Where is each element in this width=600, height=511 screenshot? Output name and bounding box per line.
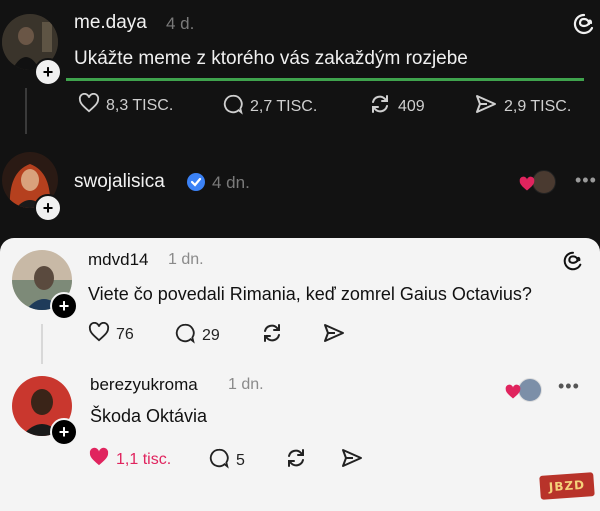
embedded-screenshot: + mdvd14 1 dn. Viete čo povedali Rimania…	[0, 238, 600, 511]
follow-plus-icon[interactable]: +	[50, 418, 78, 446]
repost-count: 409	[398, 97, 425, 115]
liked-by-author-indicator	[518, 170, 556, 194]
repost-icon	[368, 93, 392, 120]
liked-by-author-indicator	[504, 378, 544, 402]
reply-count: 2,7 TISC.	[250, 97, 318, 115]
threads-logo-icon	[562, 250, 584, 278]
post-text: Škoda Oktávia	[90, 406, 208, 426]
send-icon	[474, 93, 498, 120]
reply-count: 5	[236, 451, 245, 469]
username[interactable]: swojalisica	[74, 171, 165, 193]
comment-icon	[208, 447, 230, 474]
verified-badge-icon	[186, 172, 206, 197]
heart-filled-icon	[88, 447, 110, 472]
like-count: 76	[116, 325, 134, 343]
post-text: Ukážte meme z ktorého vás zakaždým rozje…	[74, 48, 468, 69]
like-button[interactable]: 76	[88, 321, 134, 347]
repost-button[interactable]: 409	[368, 93, 425, 120]
follow-plus-icon[interactable]: +	[34, 194, 62, 222]
username[interactable]: mdvd14	[88, 250, 148, 270]
heart-filled-icon	[518, 176, 536, 197]
watermark-text: JBZD	[548, 477, 586, 495]
repost-button[interactable]	[260, 322, 284, 349]
timestamp: 4 d.	[166, 14, 195, 33]
like-count: 8,3 TISC.	[106, 96, 174, 114]
repost-button[interactable]	[284, 447, 308, 474]
dark-thread-section: + me.daya 4 d. Ukážte meme z ktorého vás…	[0, 0, 600, 238]
thread-connector	[25, 88, 27, 134]
share-button[interactable]	[322, 322, 346, 349]
like-button[interactable]: 1,1 tisc.	[88, 447, 171, 472]
comment-icon	[222, 93, 244, 120]
threads-logo-icon	[572, 12, 596, 42]
username[interactable]: me.daya	[74, 12, 147, 34]
reply-button[interactable]: 2,7 TISC.	[222, 93, 317, 120]
heart-icon	[78, 92, 100, 118]
repost-icon	[284, 447, 308, 474]
share-count: 2,9 TISC.	[504, 97, 572, 115]
follow-plus-icon[interactable]: +	[50, 292, 78, 320]
text-underline-highlight	[66, 78, 584, 81]
comment-icon	[174, 322, 196, 349]
follow-plus-icon[interactable]: +	[34, 58, 62, 86]
more-options-icon[interactable]: •••	[558, 376, 580, 397]
send-icon	[322, 322, 346, 349]
reply-button[interactable]: 5	[208, 447, 245, 474]
post-text: Viete čo povedali Rimania, keď zomrel Ga…	[88, 284, 532, 304]
share-button[interactable]	[340, 447, 364, 474]
thread-connector	[41, 324, 43, 364]
repost-icon	[260, 322, 284, 349]
more-options-icon[interactable]: •••	[575, 170, 597, 191]
send-icon	[340, 447, 364, 474]
reply-count: 29	[202, 326, 220, 344]
watermark-logo: JBZD	[539, 472, 595, 500]
like-button[interactable]: 8,3 TISC.	[78, 92, 174, 118]
timestamp: 1 dn.	[228, 376, 264, 393]
username[interactable]: berezyukroma	[90, 375, 198, 395]
timestamp: 1 dn.	[168, 251, 204, 268]
like-count: 1,1 tisc.	[116, 450, 172, 468]
timestamp: 4 dn.	[212, 173, 250, 192]
reply-button[interactable]: 29	[174, 322, 220, 349]
heart-filled-icon	[504, 384, 522, 405]
heart-icon	[88, 321, 110, 347]
share-button[interactable]: 2,9 TISC.	[474, 93, 571, 120]
